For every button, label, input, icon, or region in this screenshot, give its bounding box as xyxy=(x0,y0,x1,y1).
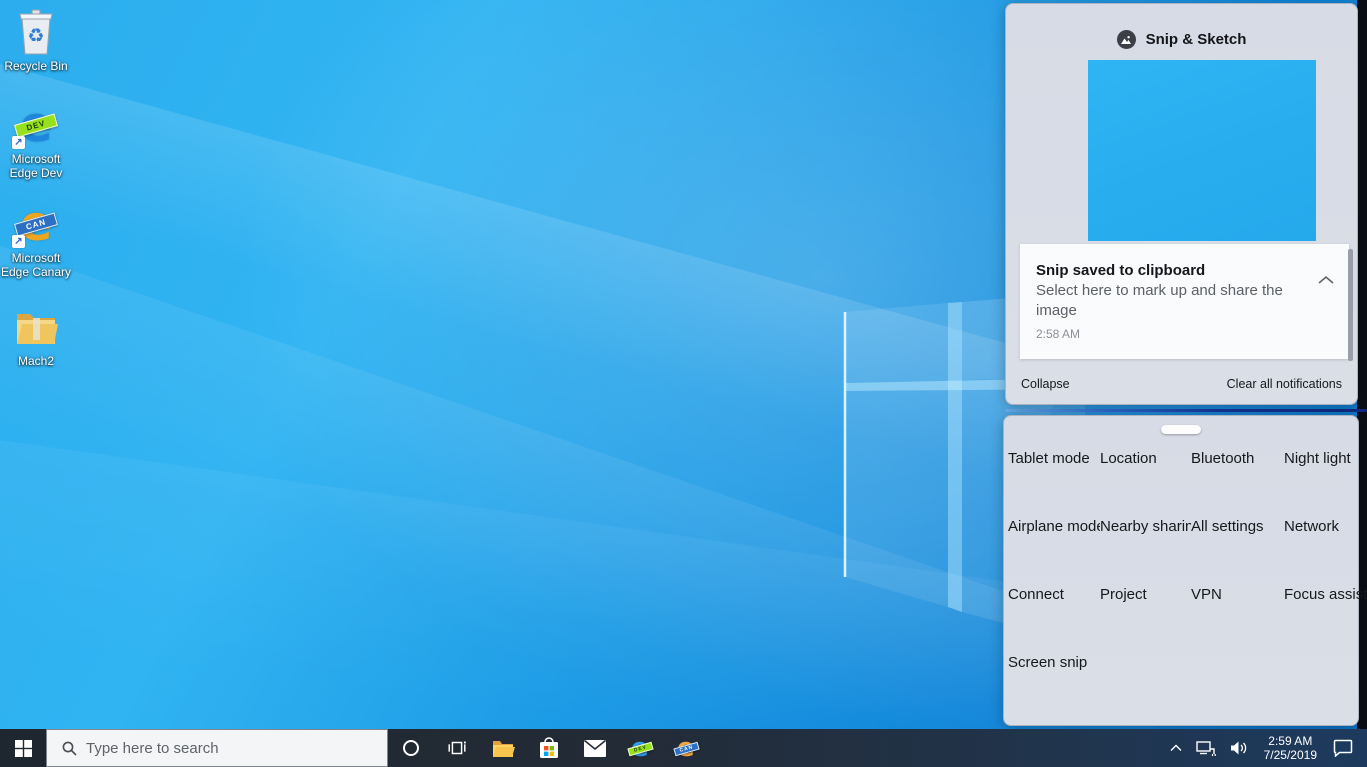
desktop-icon-label: Mach2 xyxy=(18,354,54,368)
notification-footer: Collapse Clear all notifications xyxy=(1006,377,1357,391)
folder-icon xyxy=(12,303,60,351)
toast-timestamp: 2:58 AM xyxy=(1020,321,1349,341)
microsoft-store-icon xyxy=(538,736,560,760)
wallpaper-streak-line xyxy=(1005,409,1367,412)
tray-overflow-button[interactable] xyxy=(1163,729,1189,767)
edge-dev-taskbar-button[interactable]: e DEV xyxy=(618,729,664,767)
action-center-button[interactable] xyxy=(1325,729,1367,767)
wallpaper-light-ray xyxy=(0,235,1055,767)
collapse-link[interactable]: Collapse xyxy=(1021,377,1070,391)
action-center-icon xyxy=(1333,739,1353,757)
chevron-up-icon[interactable] xyxy=(1315,272,1337,288)
notification-app-title: Snip & Sketch xyxy=(1146,31,1247,48)
microsoft-store-button[interactable] xyxy=(526,729,572,767)
wallpaper-light-ray xyxy=(0,431,1172,767)
start-button[interactable] xyxy=(0,729,46,767)
wallpaper-light-ray xyxy=(0,52,1066,485)
network-icon xyxy=(1196,740,1216,757)
quick-action-all-settings[interactable]: All settings xyxy=(1191,517,1284,585)
cortana-icon xyxy=(403,740,419,756)
svg-text:♻: ♻ xyxy=(27,25,44,47)
mail-icon xyxy=(583,739,607,758)
toast-body: Select here to mark up and share the ima… xyxy=(1020,281,1302,321)
quick-action-location[interactable]: Location xyxy=(1100,449,1191,517)
snip-sketch-app-icon xyxy=(1117,30,1136,49)
cortana-button[interactable] xyxy=(388,729,434,767)
desktop-icon-mach2[interactable]: Mach2 xyxy=(0,303,72,368)
network-tray-button[interactable] xyxy=(1189,729,1223,767)
task-view-icon xyxy=(446,737,468,759)
chevron-up-icon xyxy=(1170,744,1182,752)
search-input[interactable] xyxy=(86,740,366,757)
windows-desktop: ♻ Recycle Bin e DEV ↗ Microsoft Edge Dev… xyxy=(0,0,1367,767)
shortcut-arrow-icon: ↗ xyxy=(12,136,25,149)
quick-action-focus-assist[interactable]: Focus assist xyxy=(1284,585,1364,653)
desktop-icon-label: Microsoft Edge Canary xyxy=(0,251,72,279)
quick-action-project[interactable]: Project xyxy=(1100,585,1191,653)
shortcut-arrow-icon: ↗ xyxy=(12,235,25,248)
toast-title: Snip saved to clipboard xyxy=(1020,244,1349,281)
scrollbar-thumb[interactable] xyxy=(1348,249,1353,361)
edge-canary-taskbar-button[interactable]: e CAN xyxy=(664,729,710,767)
taskbar-search-box[interactable] xyxy=(46,729,388,767)
desktop-icon-label: Microsoft Edge Dev xyxy=(0,152,72,180)
clear-all-notifications-link[interactable]: Clear all notifications xyxy=(1227,377,1342,391)
quick-action-airplane-mode[interactable]: Airplane mode xyxy=(1008,517,1100,585)
edge-canary-icon: e CAN xyxy=(674,735,700,761)
notification-header: Snip & Sketch xyxy=(1006,4,1357,49)
system-tray: 2:59 AM 7/25/2019 xyxy=(1163,729,1367,767)
file-explorer-button[interactable] xyxy=(480,729,526,767)
notification-center-panel: Snip & Sketch Snip saved to clipboard Se… xyxy=(1005,3,1358,405)
quick-actions-panel: Tablet mode Location Bluetooth Night lig… xyxy=(1003,415,1359,726)
windows-logo-icon xyxy=(15,740,32,757)
taskbar: e DEV e CAN xyxy=(0,729,1367,767)
volume-tray-button[interactable] xyxy=(1223,729,1256,767)
quick-actions-grid: Tablet mode Location Bluetooth Night lig… xyxy=(1008,449,1358,721)
quick-action-vpn[interactable]: VPN xyxy=(1191,585,1284,653)
edge-dev-icon: e DEV ↗ xyxy=(12,101,60,149)
desktop-icon-label: Recycle Bin xyxy=(4,59,67,73)
search-icon xyxy=(61,740,78,757)
desktop-icon-recycle-bin[interactable]: ♻ Recycle Bin xyxy=(0,8,72,73)
task-view-button[interactable] xyxy=(434,729,480,767)
quick-action-night-light[interactable]: Night light xyxy=(1284,449,1364,517)
speaker-icon xyxy=(1230,740,1249,756)
file-explorer-icon xyxy=(491,736,515,760)
recycle-bin-icon: ♻ xyxy=(12,8,60,56)
edge-dev-icon: e DEV xyxy=(628,735,654,761)
notification-toast[interactable]: Snip saved to clipboard Select here to m… xyxy=(1020,244,1349,359)
taskbar-clock[interactable]: 2:59 AM 7/25/2019 xyxy=(1256,734,1325,762)
clock-date: 7/25/2019 xyxy=(1264,748,1317,762)
edge-canary-icon: e CAN ↗ xyxy=(12,200,60,248)
desktop-icon-edge-canary[interactable]: e CAN ↗ Microsoft Edge Canary xyxy=(0,200,72,279)
quick-action-bluetooth[interactable]: Bluetooth xyxy=(1191,449,1284,517)
clock-time: 2:59 AM xyxy=(1264,734,1317,748)
quick-action-nearby-sharing[interactable]: Nearby sharing xyxy=(1100,517,1191,585)
quick-action-screen-snip[interactable]: Screen snip xyxy=(1008,653,1100,721)
mail-button[interactable] xyxy=(572,729,618,767)
snip-preview-image[interactable] xyxy=(1088,60,1316,241)
desktop-icon-edge-dev[interactable]: e DEV ↗ Microsoft Edge Dev xyxy=(0,101,72,180)
quick-action-network[interactable]: Network xyxy=(1284,517,1364,585)
quick-action-connect[interactable]: Connect xyxy=(1008,585,1100,653)
quick-action-tablet-mode[interactable]: Tablet mode xyxy=(1008,449,1100,517)
quick-actions-expand-handle[interactable] xyxy=(1161,425,1201,434)
